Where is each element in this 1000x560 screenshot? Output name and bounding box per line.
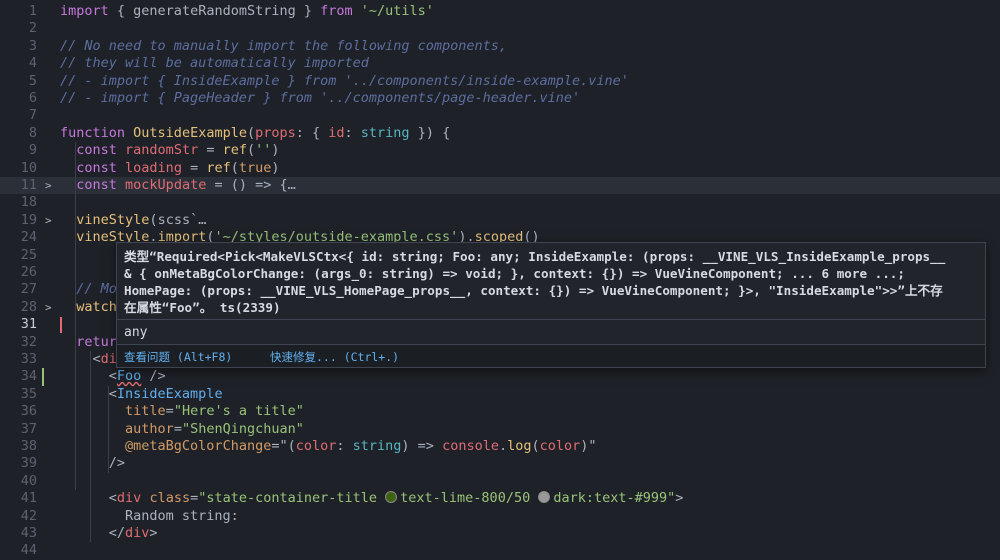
line-number: 3 bbox=[28, 37, 37, 54]
code-text: retur bbox=[76, 333, 117, 350]
line-number: 32 bbox=[20, 333, 37, 350]
code-text: <InsideExample bbox=[60, 385, 223, 402]
line-number: 11 bbox=[20, 177, 37, 193]
fold-chevron-icon[interactable]: > bbox=[45, 299, 55, 316]
code-line[interactable]: 19 > vineStyle(scss`… bbox=[0, 212, 1000, 229]
line-number: 40 bbox=[20, 472, 37, 489]
code-text: const mockUpdate = () => {… bbox=[76, 177, 296, 193]
code-line[interactable]: 35 <InsideExample bbox=[0, 386, 1000, 403]
line-number: 18 bbox=[20, 194, 37, 211]
line-number: 39 bbox=[20, 455, 37, 472]
code-line[interactable]: 36 title="Here's a title" bbox=[0, 403, 1000, 420]
code-line[interactable]: 10 const loading = ref(true) bbox=[0, 160, 1000, 177]
code-text: // - import { InsideExample } from '../c… bbox=[60, 72, 629, 89]
code-line[interactable]: 39 /> bbox=[0, 455, 1000, 472]
line-number: 9 bbox=[28, 142, 37, 159]
error-message-line: HomePage: (props: __VINE_VLS_HomePage_pr… bbox=[124, 283, 943, 298]
git-change-marker bbox=[42, 368, 44, 386]
code-text: author="ShenQingchuan" bbox=[125, 420, 304, 437]
line-number: 6 bbox=[28, 90, 37, 106]
code-text: // Mo bbox=[76, 281, 117, 298]
code-text: title="Here's a title" bbox=[125, 403, 304, 420]
fold-chevron-icon[interactable]: > bbox=[45, 212, 55, 229]
code-line[interactable]: 1 import { generateRandomString } from '~… bbox=[0, 3, 1000, 20]
indent-guide bbox=[90, 351, 91, 543]
code-line[interactable]: 43 </div> bbox=[0, 525, 1000, 542]
line-number: 4 bbox=[28, 55, 37, 72]
divider bbox=[117, 319, 985, 320]
fold-chevron-icon[interactable]: > bbox=[45, 177, 55, 194]
line-number: 24 bbox=[20, 229, 37, 246]
code-line[interactable]: 41 <div class="state-container-title tex… bbox=[0, 490, 1000, 507]
line-number: 31 bbox=[20, 316, 37, 333]
code-text: const loading = ref(true) bbox=[76, 159, 280, 176]
code-line[interactable]: 5 // - import { InsideExample } from '../… bbox=[0, 73, 1000, 90]
code-line[interactable]: 37 author="ShenQingchuan" bbox=[0, 421, 1000, 438]
code-text: // No need to manually import the follow… bbox=[60, 37, 508, 54]
line-number: 1 bbox=[28, 3, 37, 19]
error-message-line: & { onMetaBgColorChange: (args_0: string… bbox=[124, 266, 905, 281]
code-line[interactable]: 8 function OutsideExample(props: { id: st… bbox=[0, 125, 1000, 142]
line-number: 33 bbox=[20, 351, 37, 367]
line-number: 2 bbox=[28, 20, 37, 37]
line-number: 34 bbox=[20, 368, 37, 385]
code-text: const randomStr = ref('') bbox=[76, 142, 280, 159]
line-number: 28 bbox=[20, 298, 37, 315]
text-cursor bbox=[60, 317, 62, 334]
code-line[interactable]: 3 // No need to manually import the follo… bbox=[0, 38, 1000, 55]
error-message-line: 在属性“Foo”。 ts(2339) bbox=[124, 300, 281, 315]
code-text: import { generateRandomString } from '~/… bbox=[60, 3, 434, 19]
line-number: 10 bbox=[20, 159, 37, 176]
line-number: 42 bbox=[20, 507, 37, 524]
code-text: Random string: bbox=[60, 507, 239, 524]
code-line[interactable]: 11 > const mockUpdate = () => {… bbox=[0, 177, 1000, 195]
code-line[interactable]: 7 bbox=[0, 107, 1000, 124]
code-line[interactable]: 2 bbox=[0, 20, 1000, 37]
code-text: <di bbox=[60, 351, 117, 367]
line-number: 43 bbox=[20, 525, 37, 541]
code-text: @metaBgColorChange="(color: string) => c… bbox=[125, 438, 597, 454]
color-swatch-icon[interactable] bbox=[385, 491, 398, 504]
code-line[interactable]: 9 const randomStr = ref('') bbox=[0, 142, 1000, 159]
code-text: /> bbox=[60, 455, 126, 472]
code-line[interactable]: 44 bbox=[0, 542, 1000, 559]
code-line[interactable]: 18 bbox=[0, 194, 1000, 211]
line-number: 37 bbox=[20, 420, 37, 437]
line-number: 26 bbox=[20, 264, 37, 280]
code-line[interactable]: 40 bbox=[0, 473, 1000, 490]
code-text: </div> bbox=[60, 525, 158, 541]
code-line[interactable]: 4 // they will be automatically imported bbox=[0, 55, 1000, 72]
code-line[interactable]: 34 <Foo /> bbox=[0, 368, 1000, 385]
line-number: 8 bbox=[28, 124, 37, 141]
hover-tooltip: 类型“Required<Pick<MakeVLSCtx<{ id: string… bbox=[116, 242, 986, 368]
error-message: 类型“Required<Pick<MakeVLSCtx<{ id: string… bbox=[124, 248, 979, 316]
type-info: any bbox=[124, 325, 148, 340]
indent-guide bbox=[75, 142, 76, 491]
line-number: 36 bbox=[20, 403, 37, 420]
code-text: function OutsideExample(props: { id: str… bbox=[60, 124, 451, 141]
code-line[interactable]: 42 Random string: bbox=[0, 508, 1000, 525]
code-text: watch bbox=[76, 298, 117, 315]
line-number: 35 bbox=[20, 385, 37, 402]
code-line[interactable]: 38 @metaBgColorChange="(color: string) =… bbox=[0, 438, 1000, 455]
code-text: <div class="state-container-title text-l… bbox=[60, 490, 684, 507]
line-number: 5 bbox=[28, 72, 37, 89]
code-text: // they will be automatically imported bbox=[60, 55, 369, 72]
hover-actions-bar: 查看问题 (Alt+F8) 快速修复... (Ctrl+.) bbox=[117, 345, 985, 367]
color-swatch-icon[interactable] bbox=[538, 491, 551, 504]
line-number: 27 bbox=[20, 281, 37, 298]
code-text: // - import { PageHeader } from '../comp… bbox=[60, 90, 581, 106]
line-number: 44 bbox=[20, 542, 37, 559]
line-number: 7 bbox=[28, 107, 37, 124]
line-number: 38 bbox=[20, 438, 37, 454]
line-number: 19 bbox=[20, 211, 37, 228]
quick-fix-link[interactable]: 快速修复... (Ctrl+.) bbox=[270, 349, 399, 365]
view-problem-link[interactable]: 查看问题 (Alt+F8) bbox=[124, 349, 232, 365]
line-number: 41 bbox=[20, 490, 37, 507]
indent-guide bbox=[108, 385, 109, 473]
line-number: 25 bbox=[20, 246, 37, 263]
code-line[interactable]: 6 // - import { PageHeader } from '../com… bbox=[0, 90, 1000, 107]
code-text: vineStyle(scss`… bbox=[76, 211, 207, 228]
error-message-line: 类型“Required<Pick<MakeVLSCtx<{ id: string… bbox=[124, 249, 946, 264]
